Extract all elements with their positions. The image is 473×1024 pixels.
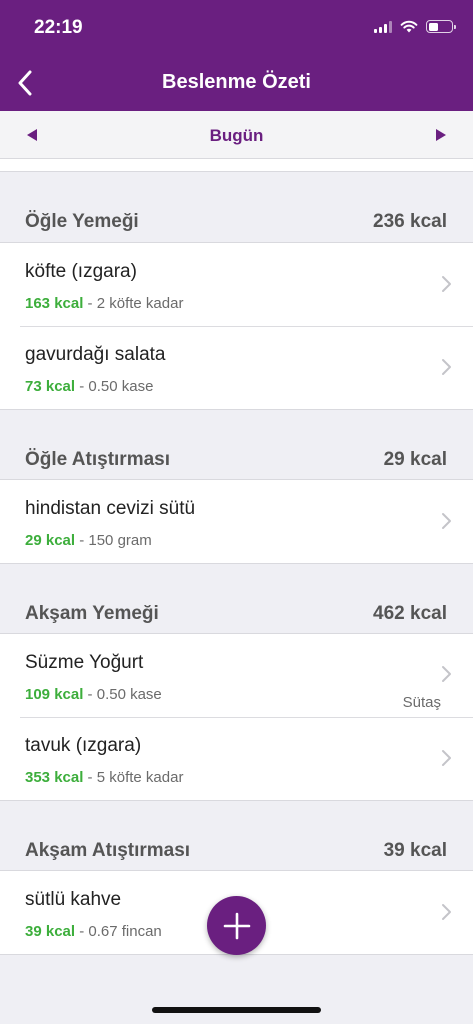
food-detail: 29 kcal - 150 gram [25, 532, 152, 549]
food-kcal: 353 kcal [25, 769, 84, 786]
date-selector: Bugün [0, 111, 473, 159]
food-portion: - 2 köfte kadar [83, 295, 184, 312]
food-item[interactable]: hindistan cevizi sütü 29 kcal - 150 gram [0, 480, 473, 563]
summary-strip [0, 159, 473, 172]
plus-icon [223, 912, 250, 939]
meal-header-ogle-atistirmasi: Öğle Atıştırması 29 kcal [0, 439, 473, 479]
food-item[interactable]: tavuk (ızgara) 353 kcal - 5 köfte kadar [0, 717, 473, 800]
food-portion: - 0.50 kase [75, 378, 154, 395]
chevron-right-icon [442, 904, 451, 920]
food-detail: 73 kcal - 0.50 kase [25, 378, 153, 395]
food-item[interactable]: gavurdağı salata 73 kcal - 0.50 kase [0, 326, 473, 409]
nav-header: 22:19 Beslenme Özeti [0, 0, 473, 111]
triangle-right-icon [436, 129, 446, 141]
chevron-right-icon [442, 513, 451, 529]
home-indicator[interactable] [152, 1007, 321, 1013]
meal-kcal: 29 kcal [383, 449, 447, 470]
food-kcal: 39 kcal [25, 923, 76, 940]
status-time: 22:19 [34, 17, 83, 38]
food-name: köfte (ızgara) [25, 261, 137, 282]
food-kcal: 109 kcal [25, 686, 84, 703]
food-detail: 109 kcal - 0.50 kase [25, 686, 162, 703]
meal-kcal: 462 kcal [373, 603, 447, 624]
meal-kcal: 236 kcal [373, 211, 447, 232]
food-name: tavuk (ızgara) [25, 735, 142, 756]
food-name: Süzme Yoğurt [25, 652, 144, 673]
meal-header-aksam-yemegi: Akşam Yemeği 462 kcal [0, 593, 473, 633]
chevron-right-icon [442, 359, 451, 375]
chevron-right-icon [442, 666, 451, 682]
food-kcal: 29 kcal [25, 532, 76, 549]
date-label[interactable]: Bugün [0, 126, 473, 146]
meal-kcal: 39 kcal [383, 840, 447, 861]
food-detail: 353 kcal - 5 köfte kadar [25, 769, 183, 786]
food-item[interactable]: Süzme Yoğurt 109 kcal - 0.50 kase Sütaş [0, 634, 473, 717]
add-food-button[interactable] [207, 896, 266, 955]
chevron-right-icon [442, 276, 451, 292]
meal-name: Öğle Yemeği [25, 211, 139, 232]
status-bar: 22:19 [0, 0, 473, 58]
food-name: sütlü kahve [25, 889, 122, 910]
cellular-signal-icon [374, 20, 392, 33]
food-kcal: 73 kcal [25, 378, 76, 395]
meal-header-ogle-yemegi: Öğle Yemeği 236 kcal [0, 201, 473, 241]
food-portion: - 0.50 kase [83, 686, 162, 703]
next-day-button[interactable] [429, 123, 453, 147]
food-portion: - 0.67 fincan [75, 923, 162, 940]
meal-name: Akşam Yemeği [25, 603, 159, 624]
food-kcal: 163 kcal [25, 295, 84, 312]
food-detail: 163 kcal - 2 köfte kadar [25, 295, 183, 312]
food-portion: - 150 gram [75, 532, 152, 549]
food-list-ogle-atistirmasi: hindistan cevizi sütü 29 kcal - 150 gram [0, 479, 473, 564]
food-name: gavurdağı salata [25, 344, 166, 365]
meal-name: Öğle Atıştırması [25, 449, 171, 470]
food-list-ogle-yemegi: köfte (ızgara) 163 kcal - 2 köfte kadar … [0, 242, 473, 410]
food-list-aksam-yemegi: Süzme Yoğurt 109 kcal - 0.50 kase Sütaş … [0, 633, 473, 801]
food-name: hindistan cevizi sütü [25, 498, 196, 519]
wifi-icon [400, 20, 418, 33]
meal-name: Akşam Atıştırması [25, 840, 191, 861]
status-icons [374, 20, 456, 33]
food-portion: - 5 köfte kadar [83, 769, 184, 786]
battery-icon [426, 20, 456, 33]
meal-header-aksam-atistirmasi: Akşam Atıştırması 39 kcal [0, 830, 473, 870]
food-brand: Sütaş [402, 694, 441, 711]
food-item[interactable]: köfte (ızgara) 163 kcal - 2 köfte kadar [0, 243, 473, 326]
food-detail: 39 kcal - 0.67 fincan [25, 923, 162, 940]
page-title: Beslenme Özeti [162, 71, 311, 93]
chevron-right-icon [442, 750, 451, 766]
